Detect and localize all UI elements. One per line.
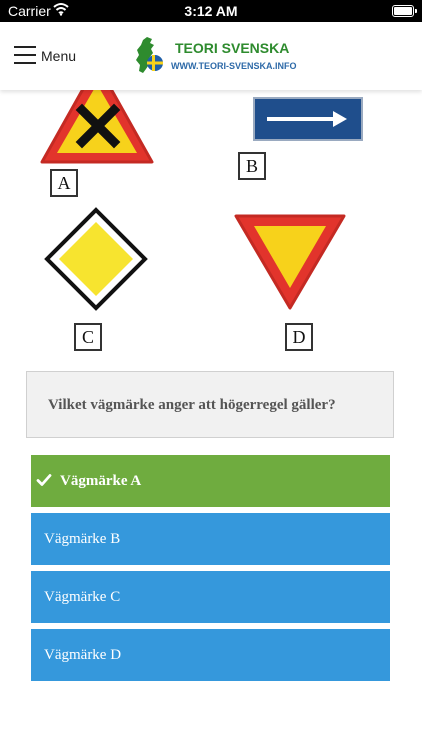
- menu-label: Menu: [41, 48, 77, 64]
- hamburger-icon: [14, 46, 36, 64]
- logo-title: TEORI SVENSKA: [175, 40, 290, 56]
- sign-label-d: D: [285, 323, 313, 351]
- sign-label-a: A: [50, 169, 78, 197]
- answer-option-b[interactable]: Vägmärke B: [31, 513, 390, 565]
- answer-option-c[interactable]: Vägmärke C: [31, 571, 390, 623]
- logo-url: WWW.TEORI-SVENSKA.INFO: [171, 61, 297, 71]
- answer-label: Vägmärke B: [44, 531, 121, 547]
- question-text: Vilket vägmärke anger att högerregel gäl…: [48, 397, 336, 413]
- site-logo[interactable]: TEORI SVENSKA WWW.TEORI-SVENSKA.INFO: [133, 36, 297, 76]
- answer-option-d[interactable]: Vägmärke D: [31, 629, 390, 681]
- check-icon: [36, 474, 52, 486]
- sweden-map-icon: [136, 37, 163, 73]
- sign-label-b: B: [238, 152, 266, 180]
- one-way-sign-icon: [253, 97, 363, 141]
- answer-label: Vägmärke D: [44, 647, 122, 663]
- answer-label: Vägmärke A: [60, 473, 142, 489]
- battery-icon: [392, 5, 417, 17]
- give-way-sign-icon: [234, 214, 346, 310]
- clock-label: 3:12 AM: [184, 3, 238, 19]
- answer-option-a[interactable]: Vägmärke A: [31, 455, 390, 507]
- status-bar: Carrier 3:12 AM: [0, 0, 422, 22]
- app-header: Menu TEORI SVENSKA WWW.TEORI-SVENSKA.INF…: [0, 22, 422, 90]
- road-signs-figure: A B C D: [26, 62, 396, 364]
- priority-road-sign-icon: [44, 207, 148, 311]
- sign-label-c: C: [74, 323, 102, 351]
- answer-label: Vägmärke C: [44, 589, 121, 605]
- question-box: Vilket vägmärke anger att högerregel gäl…: [26, 371, 394, 438]
